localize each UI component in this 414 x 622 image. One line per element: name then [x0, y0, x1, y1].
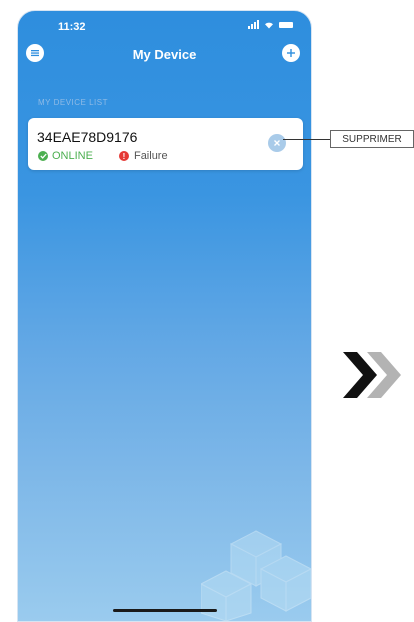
- signal-icon: [248, 20, 259, 29]
- status-time: 11:32: [58, 21, 86, 33]
- online-status: ONLINE: [52, 150, 93, 162]
- check-icon: [38, 151, 48, 161]
- system-icons: [248, 20, 293, 29]
- navigation-bar: My Device: [18, 39, 311, 71]
- battery-icon: [279, 21, 293, 28]
- device-list-label: MY DEVICE LIST: [38, 98, 108, 107]
- device-status-row: ONLINE ! Failure: [38, 150, 168, 162]
- decorative-cubes: [201, 530, 311, 621]
- add-device-button[interactable]: [282, 44, 300, 62]
- plus-icon: [287, 49, 295, 57]
- phone-screen: 11:32 My Device MY DEVICE LIST 34EAE78D9…: [17, 10, 312, 622]
- page-title: My Device: [132, 47, 197, 62]
- remove-device-button[interactable]: [268, 134, 286, 152]
- alert-icon: !: [118, 151, 129, 161]
- device-id: 34EAE78D9176: [37, 129, 138, 145]
- delete-callout-label: SUPPRIMER: [330, 130, 414, 148]
- home-indicator: [113, 609, 217, 612]
- double-chevron-right-icon: [343, 352, 401, 398]
- callout-line: [283, 139, 330, 140]
- failure-status: Failure: [133, 150, 168, 162]
- device-card[interactable]: 34EAE78D9176 ONLINE ! Failure: [28, 118, 303, 170]
- status-bar: 11:32: [18, 11, 311, 39]
- close-icon: [274, 140, 280, 146]
- wifi-icon: [265, 22, 273, 28]
